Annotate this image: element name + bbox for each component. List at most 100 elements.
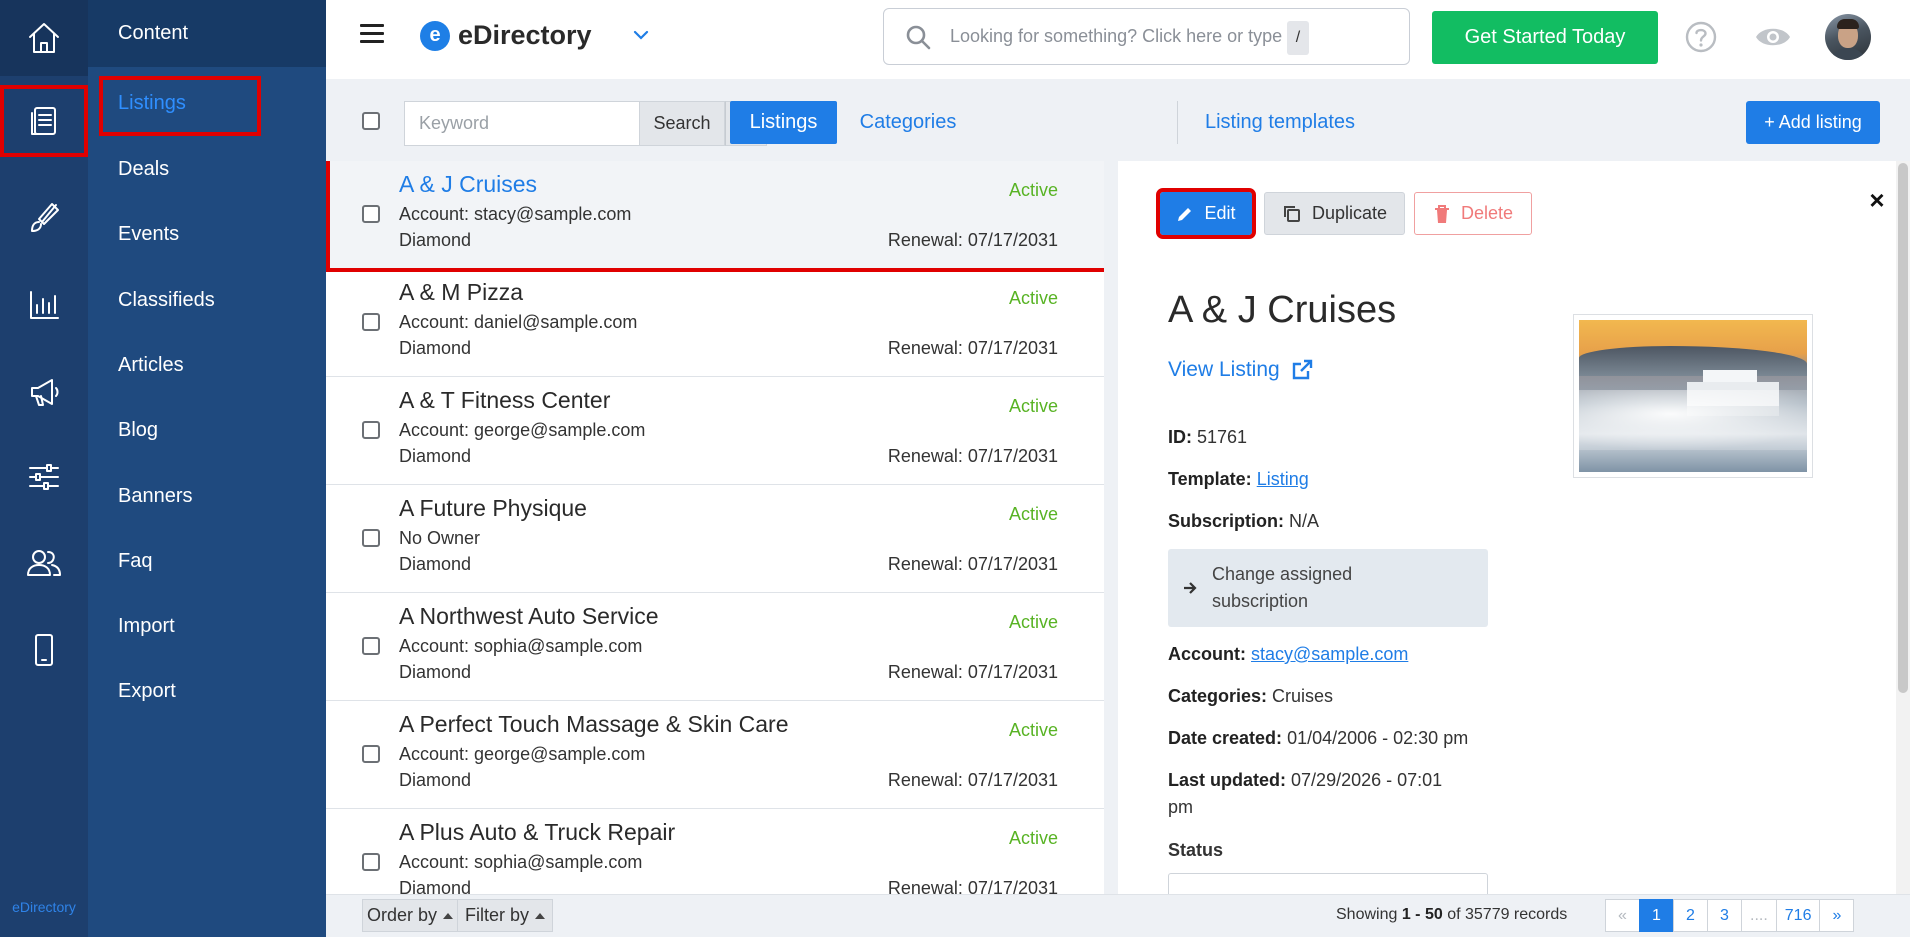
eye-icon[interactable]	[1754, 22, 1792, 52]
hamburger-menu-icon[interactable]	[360, 24, 384, 44]
listing-renewal: Renewal: 07/17/2031	[887, 770, 1058, 790]
chevron-down-icon[interactable]	[632, 26, 650, 44]
home-icon[interactable]	[0, 0, 88, 76]
listing-title[interactable]: A Northwest Auto Service	[399, 603, 659, 630]
page-button[interactable]: 3	[1707, 899, 1742, 932]
row-checkbox[interactable]	[362, 313, 380, 331]
list-item[interactable]: A Northwest Auto Service Active Account:…	[326, 593, 1104, 701]
search-button[interactable]: Search	[639, 101, 725, 146]
tab-separator	[1177, 101, 1178, 144]
help-icon[interactable]	[1684, 20, 1718, 54]
sidebar-item-label: Articles	[118, 353, 184, 376]
change-subscription-button[interactable]: Change assigned subscription	[1168, 549, 1488, 627]
list-item[interactable]: A Plus Auto & Truck Repair Active Accoun…	[326, 809, 1104, 894]
listing-image[interactable]	[1573, 314, 1813, 478]
add-listing-button[interactable]: + Add listing	[1746, 101, 1880, 144]
delete-label: Delete	[1460, 203, 1514, 223]
change-subscription-label-line1: Change assigned	[1212, 564, 1353, 584]
detail-title: A & J Cruises	[1168, 289, 1397, 331]
arrow-right-icon	[1184, 582, 1197, 594]
sidebar-item-export[interactable]: Export	[88, 664, 326, 718]
logo-mark: e	[420, 20, 450, 51]
account-link[interactable]: stacy@sample.com	[1251, 644, 1408, 664]
sidebar-header: Content	[88, 0, 326, 67]
order-by-button[interactable]: Order by	[362, 899, 458, 932]
panel-divider	[1104, 161, 1118, 894]
listing-title[interactable]: A Future Physique	[399, 495, 587, 522]
listing-list: A & J Cruises Active Account: stacy@samp…	[326, 161, 1104, 894]
listing-title[interactable]: A & J Cruises	[399, 171, 537, 198]
select-all-checkbox[interactable]	[362, 112, 380, 130]
status-select[interactable]	[1168, 873, 1488, 894]
listing-renewal: Renewal: 07/17/2031	[887, 230, 1058, 250]
row-checkbox[interactable]	[362, 421, 380, 439]
listing-title[interactable]: A Perfect Touch Massage & Skin Care	[399, 711, 789, 738]
listing-renewal: Renewal: 07/17/2031	[887, 878, 1058, 894]
mobile-icon[interactable]	[0, 614, 88, 686]
view-listing-label: View Listing	[1168, 358, 1280, 381]
sidebar-item-import[interactable]: Import	[88, 599, 326, 653]
list-footer: Order by Filter by Showing 1 - 50 of 357…	[326, 894, 1910, 937]
tab-categories[interactable]: Categories	[847, 101, 969, 144]
listing-level: Diamond	[399, 662, 472, 682]
megaphone-icon[interactable]	[0, 356, 88, 428]
tab-listing-templates[interactable]: Listing templates	[1195, 101, 1365, 144]
list-item[interactable]: A Perfect Touch Massage & Skin Care Acti…	[326, 701, 1104, 809]
row-checkbox[interactable]	[362, 529, 380, 547]
list-item[interactable]: A & T Fitness Center Active Account: geo…	[326, 377, 1104, 485]
listing-title[interactable]: A & T Fitness Center	[399, 387, 610, 414]
template-link[interactable]: Listing	[1257, 469, 1309, 489]
logo[interactable]: e eDirectory	[420, 20, 592, 51]
caret-up-icon	[443, 912, 454, 919]
page-next-button[interactable]: »	[1819, 899, 1855, 932]
list-item[interactable]: A Future Physique Active No Owner Diamon…	[326, 485, 1104, 593]
list-item[interactable]: A & J Cruises Active Account: stacy@samp…	[326, 161, 1104, 272]
sidebar-item-listings[interactable]: Listings	[88, 76, 326, 136]
listing-account: Account: daniel@sample.com	[399, 312, 638, 332]
row-checkbox[interactable]	[362, 637, 380, 655]
page-button[interactable]: 2	[1673, 899, 1708, 932]
sidebar-item-events[interactable]: Events	[88, 207, 326, 261]
user-avatar[interactable]	[1825, 14, 1871, 60]
keyword-input[interactable]	[404, 101, 639, 146]
rail-brand-label: eDirectory	[12, 899, 76, 915]
sidebar-item-articles[interactable]: Articles	[88, 338, 326, 392]
filter-by-button[interactable]: Filter by	[457, 899, 553, 932]
sidebar-item-label: Import	[118, 614, 175, 637]
list-item[interactable]: A & M Pizza Active Account: daniel@sampl…	[326, 269, 1104, 377]
row-checkbox[interactable]	[362, 745, 380, 763]
page-prev-button[interactable]: «	[1605, 899, 1640, 932]
tab-listings[interactable]: Listings	[730, 101, 837, 144]
listing-title[interactable]: A & M Pizza	[399, 279, 523, 306]
change-subscription-label-line2: subscription	[1212, 591, 1309, 611]
listing-renewal: Renewal: 07/17/2031	[887, 554, 1058, 574]
brush-icon[interactable]	[0, 182, 88, 254]
global-search-input[interactable]: Looking for something? Click here or typ…	[883, 8, 1410, 65]
sidebar-item-faq[interactable]: Faq	[88, 534, 326, 588]
page-button[interactable]: 1	[1639, 899, 1674, 932]
close-icon[interactable]: ×	[1862, 185, 1892, 215]
row-checkbox[interactable]	[362, 205, 380, 223]
delete-button[interactable]: Delete	[1414, 192, 1532, 235]
get-started-button[interactable]: Get Started Today	[1432, 11, 1658, 64]
sidebar-item-blog[interactable]: Blog	[88, 403, 326, 457]
sidebar-item-deals[interactable]: Deals	[88, 142, 326, 196]
settings-sliders-icon[interactable]	[0, 441, 88, 513]
users-icon[interactable]	[0, 527, 88, 599]
page-button[interactable]: 716	[1775, 899, 1821, 932]
content-icon[interactable]	[0, 85, 88, 157]
reports-icon[interactable]	[0, 269, 88, 341]
view-listing-link[interactable]: View Listing	[1168, 358, 1314, 382]
sidebar-item-classifieds[interactable]: Classifieds	[88, 273, 326, 327]
row-checkbox[interactable]	[362, 853, 380, 871]
sidebar-item-label: Banners	[118, 484, 193, 507]
duplicate-label: Duplicate	[1311, 203, 1388, 223]
edit-button[interactable]: Edit	[1156, 188, 1256, 239]
sidebar-item-banners[interactable]: Banners	[88, 469, 326, 523]
duplicate-button[interactable]: Duplicate	[1264, 192, 1405, 235]
listing-detail-panel: Edit Duplicate Delete × A & J Cruises Vi…	[1118, 161, 1910, 894]
listing-title[interactable]: A Plus Auto & Truck Repair	[399, 819, 675, 846]
detail-scrollbar[interactable]	[1896, 161, 1910, 894]
listing-level: Diamond	[399, 770, 472, 790]
scroll-thumb[interactable]	[1898, 163, 1908, 693]
